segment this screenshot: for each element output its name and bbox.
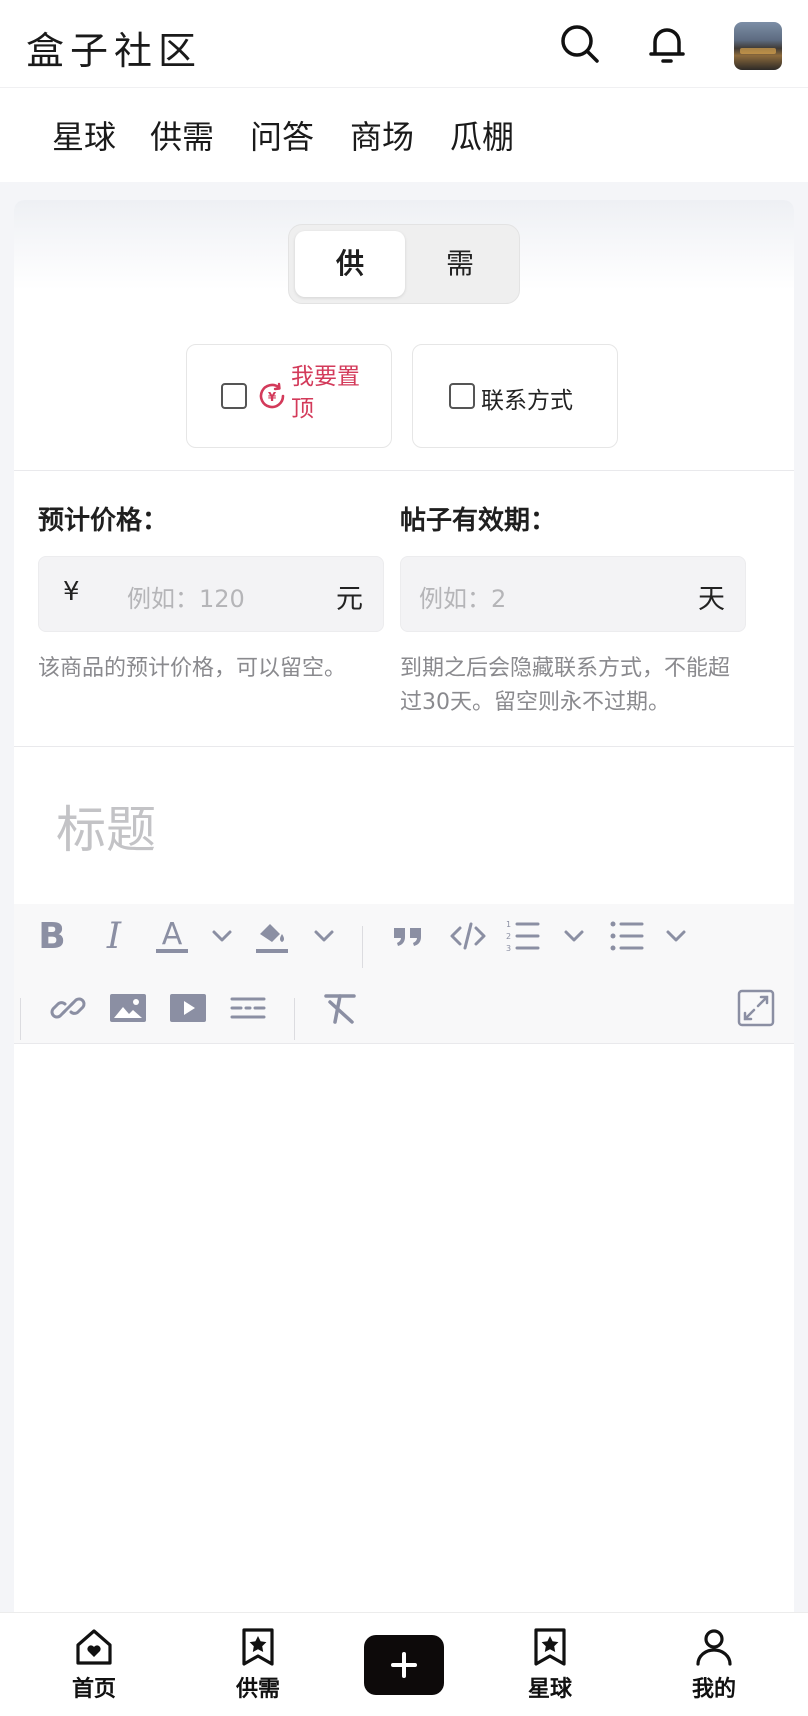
- editor-toolbar: B I A 1 2 3: [14, 904, 794, 1044]
- bookmark-star-icon: [242, 1628, 274, 1666]
- home-icon: [76, 1629, 112, 1665]
- highlight-icon[interactable]: [252, 916, 292, 956]
- bookmark-star-icon: [534, 1628, 566, 1666]
- link-icon[interactable]: [48, 988, 88, 1028]
- validity-unit: 天: [698, 584, 725, 615]
- bullet-list-icon[interactable]: [608, 916, 648, 956]
- category-tabs: 星球 供需 问答 商场 瓜棚: [0, 88, 808, 182]
- pin-to-top-option[interactable]: ¥ 我要置顶: [186, 344, 392, 448]
- brand-title[interactable]: 盒子社区: [26, 20, 202, 75]
- chevron-down-icon[interactable]: [554, 916, 594, 956]
- bell-icon[interactable]: [645, 22, 689, 66]
- pin-checkbox[interactable]: [221, 383, 247, 409]
- toolbar-separator: [362, 926, 363, 968]
- svg-text:A: A: [162, 917, 183, 952]
- search-icon[interactable]: [558, 22, 602, 66]
- svg-text:I: I: [106, 916, 122, 956]
- font-color-icon[interactable]: A: [152, 916, 192, 956]
- tab-melon-shed[interactable]: 瓜棚: [450, 112, 514, 158]
- svg-text:¥: ¥: [268, 390, 277, 404]
- validity-input[interactable]: 例如：2 天: [400, 556, 746, 632]
- code-icon[interactable]: [448, 916, 488, 956]
- horizontal-rule-icon[interactable]: [228, 988, 268, 1028]
- validity-help-text: 到期之后会隐藏联系方式，不能超过30天。留空则永不过期。: [400, 656, 731, 715]
- nav-home[interactable]: 首页: [54, 1627, 134, 1703]
- nav-supply-demand-label: 供需: [235, 1677, 280, 1702]
- price-unit: 元: [336, 584, 363, 615]
- nav-planet-label: 星球: [527, 1677, 572, 1702]
- image-icon[interactable]: [108, 988, 148, 1028]
- create-post-button[interactable]: [364, 1635, 444, 1695]
- tab-supply-demand[interactable]: 供需: [150, 112, 214, 158]
- chevron-down-icon[interactable]: [656, 916, 696, 956]
- user-icon: [696, 1629, 732, 1666]
- price-label: 预计价格：: [38, 506, 169, 536]
- quote-icon[interactable]: [388, 916, 428, 956]
- post-form-card: 供 需 ¥ 我要置顶 联系方式 预计价格： ¥ 例如：120 元 该商品的预计价…: [14, 200, 794, 1612]
- italic-icon[interactable]: I: [94, 916, 134, 957]
- fullscreen-icon[interactable]: [736, 988, 776, 1028]
- nav-mine[interactable]: 我的: [674, 1627, 754, 1703]
- tab-qa[interactable]: 问答: [250, 112, 314, 158]
- nav-supply-demand[interactable]: 供需: [218, 1627, 298, 1703]
- svg-text:3: 3: [506, 944, 511, 953]
- video-icon[interactable]: [168, 988, 208, 1028]
- editor-body[interactable]: [14, 1045, 794, 1612]
- contact-option[interactable]: 联系方式: [412, 344, 618, 448]
- clear-format-icon[interactable]: [320, 988, 360, 1028]
- contact-checkbox[interactable]: [449, 383, 475, 409]
- nav-home-label: 首页: [71, 1677, 116, 1702]
- supply-toggle-button[interactable]: 供: [295, 231, 405, 297]
- bold-icon[interactable]: B: [32, 916, 72, 957]
- svg-text:2: 2: [506, 932, 511, 941]
- pin-label: 我要置顶: [291, 364, 360, 422]
- price-input[interactable]: ¥ 例如：120 元: [38, 556, 384, 632]
- nav-mine-label: 我的: [691, 1677, 736, 1702]
- svg-text:B: B: [38, 916, 65, 956]
- validity-label: 帖子有效期：: [400, 506, 557, 536]
- svg-text:1: 1: [506, 920, 511, 929]
- demand-toggle-button[interactable]: 需: [405, 231, 515, 297]
- contact-label: 联系方式: [481, 388, 573, 414]
- ordered-list-icon[interactable]: 1 2 3: [504, 916, 544, 956]
- chevron-down-icon[interactable]: [202, 916, 242, 956]
- top-header: 盒子社区: [0, 0, 808, 88]
- divider: [14, 746, 794, 747]
- supply-demand-toggle: 供 需: [288, 224, 520, 304]
- bottom-nav: 首页 供需 星球 我的: [0, 1612, 808, 1716]
- tab-mall[interactable]: 商场: [350, 112, 414, 158]
- divider: [14, 470, 794, 471]
- toolbar-separator: [294, 998, 295, 1040]
- chevron-down-icon[interactable]: [304, 916, 344, 956]
- price-placeholder: 例如：120: [127, 585, 245, 613]
- nav-planet[interactable]: 星球: [510, 1627, 590, 1703]
- validity-placeholder: 例如：2: [419, 585, 507, 613]
- title-input[interactable]: 标题: [56, 790, 156, 862]
- yuan-coin-icon: ¥: [257, 381, 287, 411]
- toolbar-separator: [20, 998, 21, 1040]
- currency-prefix: ¥: [63, 577, 80, 607]
- price-help-text: 该商品的预计价格，可以留空。: [38, 656, 347, 681]
- tab-planet[interactable]: 星球: [52, 112, 116, 158]
- user-avatar[interactable]: [734, 22, 782, 70]
